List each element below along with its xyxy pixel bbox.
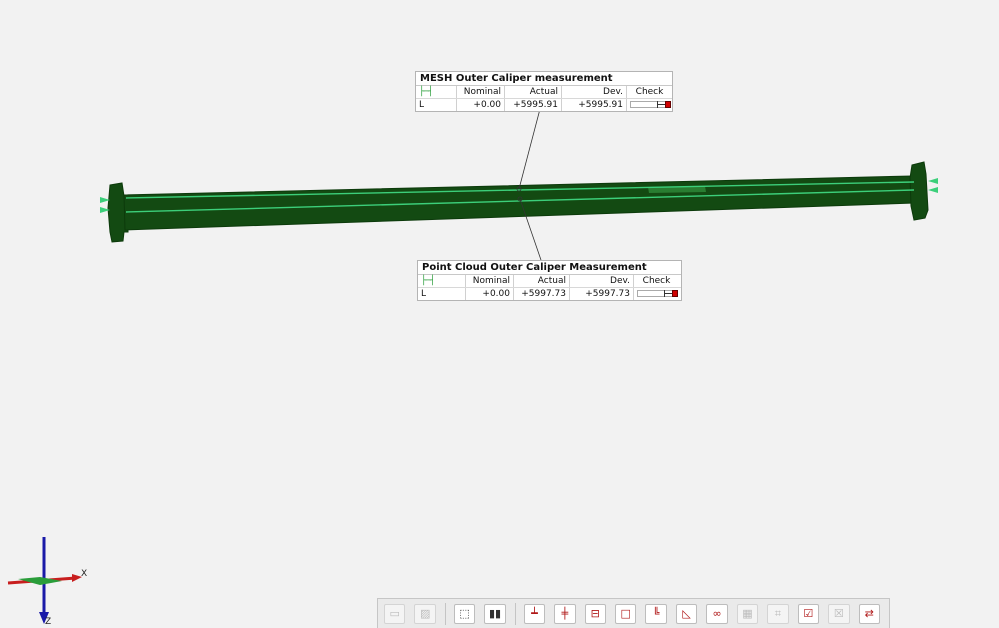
cloud-header-check: Check	[633, 275, 679, 287]
cloud-table-title: Point Cloud Outer Caliper Measurement	[418, 261, 681, 275]
mesh-row-label: L	[419, 100, 425, 110]
angle-icon[interactable]: ◺	[675, 603, 698, 624]
select-icon[interactable]: ⬚	[453, 603, 476, 624]
cancel-icon[interactable]: ☒	[828, 603, 850, 624]
check-icon[interactable]: ☑	[797, 603, 820, 624]
frame-icon[interactable]: ⌗	[767, 603, 789, 624]
mesh-header-actual: Actual	[504, 86, 561, 98]
cloud-row-label: L	[421, 289, 427, 299]
circles-icon[interactable]: ∞	[706, 603, 728, 624]
toolbar-separator	[444, 602, 446, 625]
mesh-data-row[interactable]: L +0.00 +5995.91 +5995.91	[416, 98, 672, 111]
right-arrow-top-icon	[928, 178, 938, 184]
hatch-icon[interactable]: ▨	[414, 603, 436, 624]
cloud-data-row[interactable]: L +0.00 +5997.73 +5997.73	[418, 287, 681, 300]
cloud-check-meter	[633, 288, 679, 300]
right-arrow-bottom-icon	[928, 187, 938, 193]
mesh-row-dev: +5995.91	[561, 99, 626, 111]
mesh-header-dev: Dev.	[561, 86, 626, 98]
cloud-header-nominal: Nominal	[465, 275, 513, 287]
cloud-row-nominal: +0.00	[465, 288, 513, 300]
mesh-row-nominal: +0.00	[456, 99, 504, 111]
corner-icon[interactable]: ╚	[645, 603, 667, 624]
caliper-icon: ├─┤	[421, 276, 435, 286]
3d-viewport[interactable]: X Z MESH Outer Caliper measurement ├─┤ N…	[0, 0, 999, 628]
toolbar-separator	[514, 602, 516, 625]
bottom-toolbar: ▭ ▨ ⬚ ▮▮ ┷ ╪ ⊟ □ ╚ ◺ ∞ ▦ ⌗ ☑ ☒ ⇄	[377, 598, 890, 628]
cloud-header-dev: Dev.	[569, 275, 633, 287]
center-plane-icon[interactable]: ╪	[554, 603, 576, 624]
mesh-table-title: MESH Outer Caliper measurement	[416, 72, 672, 86]
cylinder-icon[interactable]: ⊟	[584, 603, 606, 624]
split-icon[interactable]: ▮▮	[484, 603, 506, 624]
cloud-header-actual: Actual	[513, 275, 569, 287]
mesh-measurement-table[interactable]: MESH Outer Caliper measurement ├─┤ Nomin…	[415, 71, 673, 112]
plane-icon[interactable]: ┷	[523, 603, 546, 624]
shaft-right-flange[interactable]	[909, 161, 929, 221]
z-axis-label: Z	[45, 617, 52, 627]
cloud-measurement-table[interactable]: Point Cloud Outer Caliper Measurement ├─…	[417, 260, 682, 301]
grid-icon[interactable]: ▦	[736, 603, 759, 624]
caliper-icon: ├─┤	[419, 87, 433, 97]
mesh-header-check: Check	[626, 86, 672, 98]
cloud-row-actual: +5997.73	[513, 288, 569, 300]
mesh-leader-line	[518, 108, 541, 190]
mesh-check-meter	[626, 99, 672, 111]
axis-triad	[7, 537, 82, 624]
cloud-row-dev: +5997.73	[569, 288, 633, 300]
mesh-header-nominal: Nominal	[456, 86, 504, 98]
transform-icon[interactable]: ⇄	[858, 603, 880, 624]
view-icon[interactable]: ▭	[384, 603, 406, 624]
x-axis-label: X	[81, 569, 88, 579]
mesh-header-row: ├─┤ Nominal Actual Dev. Check	[416, 86, 672, 98]
cloud-header-row: ├─┤ Nominal Actual Dev. Check	[418, 275, 681, 287]
mesh-row-actual: +5995.91	[504, 99, 561, 111]
box-icon[interactable]: □	[615, 603, 637, 624]
